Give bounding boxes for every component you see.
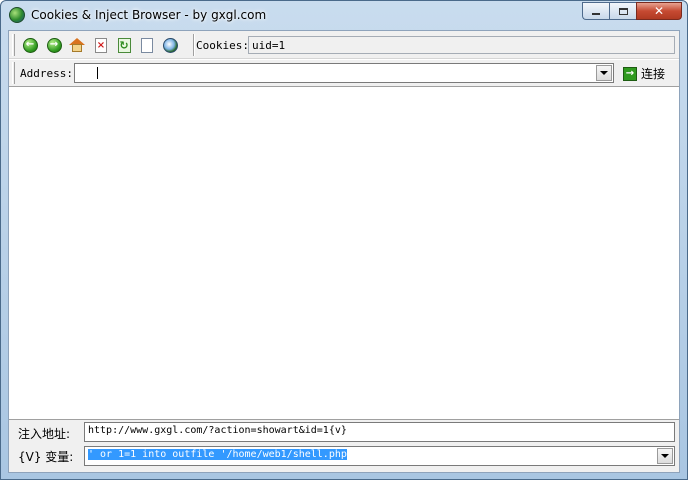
variable-label: {V} 变量:	[18, 450, 74, 464]
home-button[interactable]	[68, 36, 86, 54]
window-title: Cookies & Inject Browser - by gxgl.com	[31, 8, 267, 22]
go-arrow-icon: →	[623, 66, 637, 81]
inject-panel: 注入地址: http://www.gxgl.com/?action=showar…	[9, 419, 679, 472]
inject-url-label: 注入地址:	[18, 427, 71, 441]
refresh-button[interactable]: ↻	[115, 36, 133, 54]
window-controls: ✕	[582, 2, 682, 21]
toolbar: ← → × ↻ Cookies: uid=1	[9, 31, 679, 59]
refresh-icon: ↻	[117, 37, 131, 53]
globe-button[interactable]	[161, 36, 179, 54]
cookies-input[interactable]: uid=1	[248, 36, 675, 54]
address-bar-grip[interactable]	[12, 62, 15, 84]
home-icon	[69, 38, 85, 52]
address-bar: Address: → 连接	[9, 60, 679, 87]
connect-label: 连接	[641, 67, 666, 81]
browser-view[interactable]	[9, 88, 679, 419]
address-combobox[interactable]	[74, 63, 614, 83]
close-icon: ✕	[653, 4, 665, 18]
new-page-icon	[141, 37, 153, 53]
forward-icon: →	[46, 37, 62, 53]
new-page-button[interactable]	[138, 36, 156, 54]
forward-button[interactable]: →	[45, 36, 63, 54]
text-caret	[97, 67, 98, 79]
minimize-icon	[592, 13, 600, 15]
variable-input[interactable]: ' or 1=1 into outfile '/home/web1/shell.…	[88, 449, 347, 460]
app-icon	[9, 7, 25, 23]
toolbar-separator	[193, 34, 195, 56]
variable-dropdown-button[interactable]	[657, 448, 673, 464]
close-button[interactable]: ✕	[636, 2, 682, 20]
variable-combobox[interactable]: ' or 1=1 into outfile '/home/web1/shell.…	[84, 446, 675, 466]
minimize-button[interactable]	[582, 2, 609, 20]
connect-button[interactable]: → 连接	[623, 64, 665, 83]
stop-button[interactable]: ×	[92, 36, 110, 54]
back-button[interactable]: ←	[21, 36, 39, 54]
maximize-icon	[618, 7, 628, 15]
client-area: ← → × ↻ Cookies: uid=1 Address: → 连接 注入地…	[8, 30, 680, 473]
globe-icon	[162, 37, 178, 53]
chevron-down-icon	[600, 71, 608, 75]
app-window: Cookies & Inject Browser - by gxgl.com ✕…	[0, 0, 688, 480]
maximize-button[interactable]	[609, 2, 636, 20]
cookies-label: Cookies:	[196, 39, 249, 52]
address-label: Address:	[20, 67, 73, 80]
address-dropdown-button[interactable]	[596, 65, 612, 81]
address-input[interactable]	[77, 65, 595, 81]
back-icon: ←	[22, 37, 38, 53]
chevron-down-icon	[661, 454, 669, 458]
inject-url-input[interactable]: http://www.gxgl.com/?action=showart&id=1…	[84, 422, 675, 442]
stop-icon: ×	[95, 37, 107, 53]
toolbar-grip[interactable]	[12, 34, 15, 56]
title-bar[interactable]: Cookies & Inject Browser - by gxgl.com ✕	[1, 1, 687, 29]
